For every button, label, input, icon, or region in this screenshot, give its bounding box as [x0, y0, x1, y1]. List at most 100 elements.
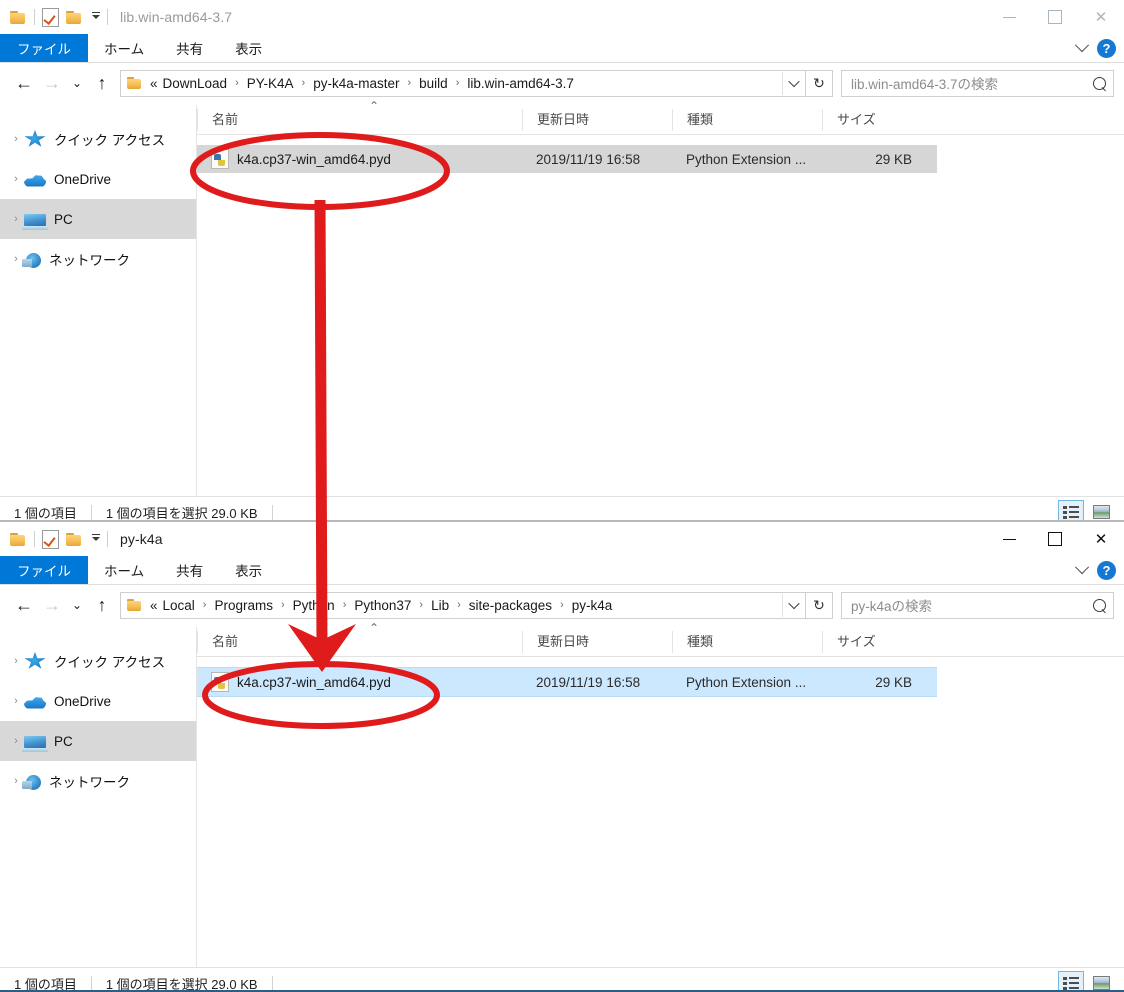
tab-home[interactable]: ホーム	[88, 34, 160, 62]
help-icon[interactable]: ?	[1097, 560, 1116, 580]
breadcrumb-separator[interactable]: ›	[451, 599, 467, 611]
close-button[interactable]: ✕	[1078, 522, 1124, 556]
chevron-down-icon[interactable]	[1074, 38, 1090, 53]
recent-locations-button[interactable]: ⌄	[66, 591, 88, 619]
breadcrumb-separator[interactable]: ›	[296, 77, 312, 89]
search-input[interactable]: lib.win-amd64-3.7の検索	[851, 73, 998, 93]
search-input[interactable]: py-k4aの検索	[851, 595, 932, 615]
table-row[interactable]: k4a.cp37-win_amd64.pyd 2019/11/19 16:58 …	[197, 667, 937, 697]
breadcrumb-item-4[interactable]: lib.win-amd64-3.7	[465, 76, 576, 91]
breadcrumb-separator[interactable]: ›	[450, 77, 466, 89]
sidebar-item-onedrive[interactable]: › OneDrive	[0, 681, 196, 721]
search-box[interactable]: py-k4aの検索	[841, 591, 1114, 619]
large-icons-view-button[interactable]	[1088, 500, 1114, 522]
large-icons-view-button[interactable]	[1088, 971, 1114, 992]
minimize-button[interactable]	[986, 522, 1032, 556]
sidebar-item-onedrive[interactable]: › OneDrive	[0, 159, 196, 199]
sidebar-item-network[interactable]: › ネットワーク	[0, 239, 196, 279]
chevron-right-icon[interactable]: ›	[8, 655, 24, 667]
refresh-button[interactable]: ↻	[806, 69, 833, 97]
new-folder-icon[interactable]	[66, 532, 83, 546]
properties-icon[interactable]	[42, 7, 59, 27]
recent-locations-button[interactable]: ⌄	[66, 69, 88, 97]
tab-view[interactable]: 表示	[219, 34, 278, 62]
address-dropdown-button[interactable]	[782, 593, 805, 617]
chevron-down-icon[interactable]	[1074, 560, 1090, 575]
breadcrumb-separator[interactable]: ›	[229, 77, 245, 89]
sidebar-item-pc[interactable]: › PC	[0, 199, 196, 239]
new-folder-icon[interactable]	[66, 10, 83, 24]
breadcrumb-overflow[interactable]: «	[148, 598, 161, 613]
chevron-right-icon[interactable]: ›	[8, 695, 24, 707]
breadcrumb-separator[interactable]: ›	[554, 599, 570, 611]
breadcrumb-item-2[interactable]: Python	[291, 598, 337, 613]
navigation-pane: › クイック アクセス › OneDrive › PC › ネットワーク	[0, 627, 197, 967]
address-bar[interactable]: « DownLoad › PY-K4A › py-k4a-master › bu…	[120, 69, 806, 97]
column-header-size[interactable]: サイズ	[822, 109, 917, 131]
minimize-button[interactable]	[986, 0, 1032, 34]
folder-icon[interactable]	[10, 532, 27, 546]
folder-icon[interactable]	[10, 10, 27, 24]
help-icon[interactable]: ?	[1097, 38, 1116, 58]
column-header-date[interactable]: 更新日時	[522, 631, 672, 653]
maximize-button[interactable]	[1032, 522, 1078, 556]
breadcrumb-separator[interactable]: ›	[413, 599, 429, 611]
back-button[interactable]: ←	[10, 69, 38, 97]
tab-view[interactable]: 表示	[219, 556, 278, 584]
breadcrumb-item-3[interactable]: Python37	[352, 598, 413, 613]
tab-file[interactable]: ファイル	[0, 34, 88, 62]
column-header-date[interactable]: 更新日時	[522, 109, 672, 131]
customize-caret-icon[interactable]	[92, 534, 100, 541]
breadcrumb-item-0[interactable]: DownLoad	[161, 76, 230, 91]
breadcrumb-item-2[interactable]: py-k4a-master	[311, 76, 401, 91]
tab-home[interactable]: ホーム	[88, 556, 160, 584]
breadcrumb-item-0[interactable]: Local	[161, 598, 197, 613]
column-header-type[interactable]: 種類	[672, 631, 822, 653]
chevron-right-icon[interactable]: ›	[8, 735, 24, 747]
breadcrumb-item-5[interactable]: site-packages	[467, 598, 554, 613]
maximize-button[interactable]	[1032, 0, 1078, 34]
breadcrumb-separator[interactable]: ›	[401, 77, 417, 89]
up-button[interactable]: ↑	[88, 69, 116, 97]
breadcrumb-separator[interactable]: ›	[275, 599, 291, 611]
column-header-name[interactable]: 名前	[197, 631, 522, 653]
customize-caret-icon[interactable]	[92, 12, 100, 19]
sidebar-item-quick-access[interactable]: › クイック アクセス	[0, 641, 196, 681]
refresh-icon: ↻	[813, 596, 825, 613]
details-view-button[interactable]	[1058, 971, 1084, 992]
column-header-name[interactable]: 名前	[197, 109, 522, 131]
details-view-button[interactable]	[1058, 500, 1084, 522]
status-divider-2	[271, 504, 273, 520]
breadcrumb-item-3[interactable]: build	[417, 76, 450, 91]
window-title: lib.win-amd64-3.7	[120, 9, 233, 25]
explorer-window-bottom: py-k4a ✕ ファイル ホーム 共有 表示 ? ← → ⌄ ↑ « Loca…	[0, 522, 1124, 992]
breadcrumb: « DownLoad › PY-K4A › py-k4a-master › bu…	[121, 76, 782, 91]
breadcrumb-separator[interactable]: ›	[337, 599, 353, 611]
breadcrumb-separator[interactable]: ›	[197, 599, 213, 611]
tab-file[interactable]: ファイル	[0, 556, 88, 584]
chevron-right-icon[interactable]: ›	[8, 133, 24, 145]
breadcrumb-item-6[interactable]: py-k4a	[570, 598, 615, 613]
back-button[interactable]: ←	[10, 591, 38, 619]
properties-icon[interactable]	[42, 529, 59, 549]
tab-share[interactable]: 共有	[160, 34, 219, 62]
breadcrumb-item-1[interactable]: Programs	[212, 598, 275, 613]
column-header-size[interactable]: サイズ	[822, 631, 917, 653]
address-dropdown-button[interactable]	[782, 71, 805, 95]
chevron-right-icon[interactable]: ›	[8, 213, 24, 225]
column-header-type[interactable]: 種類	[672, 109, 822, 131]
search-box[interactable]: lib.win-amd64-3.7の検索	[841, 69, 1114, 97]
tab-share[interactable]: 共有	[160, 556, 219, 584]
breadcrumb-item-1[interactable]: PY-K4A	[245, 76, 296, 91]
up-button[interactable]: ↑	[88, 591, 116, 619]
breadcrumb-item-4[interactable]: Lib	[429, 598, 451, 613]
sidebar-item-pc[interactable]: › PC	[0, 721, 196, 761]
table-row[interactable]: k4a.cp37-win_amd64.pyd 2019/11/19 16:58 …	[197, 145, 937, 173]
address-bar[interactable]: « Local › Programs › Python › Python37 ›…	[120, 591, 806, 619]
chevron-right-icon[interactable]: ›	[8, 173, 24, 185]
breadcrumb-overflow[interactable]: «	[148, 76, 161, 91]
sidebar-item-network[interactable]: › ネットワーク	[0, 761, 196, 801]
close-button[interactable]: ✕	[1078, 0, 1124, 34]
sidebar-item-quick-access[interactable]: › クイック アクセス	[0, 119, 196, 159]
refresh-button[interactable]: ↻	[806, 591, 833, 619]
